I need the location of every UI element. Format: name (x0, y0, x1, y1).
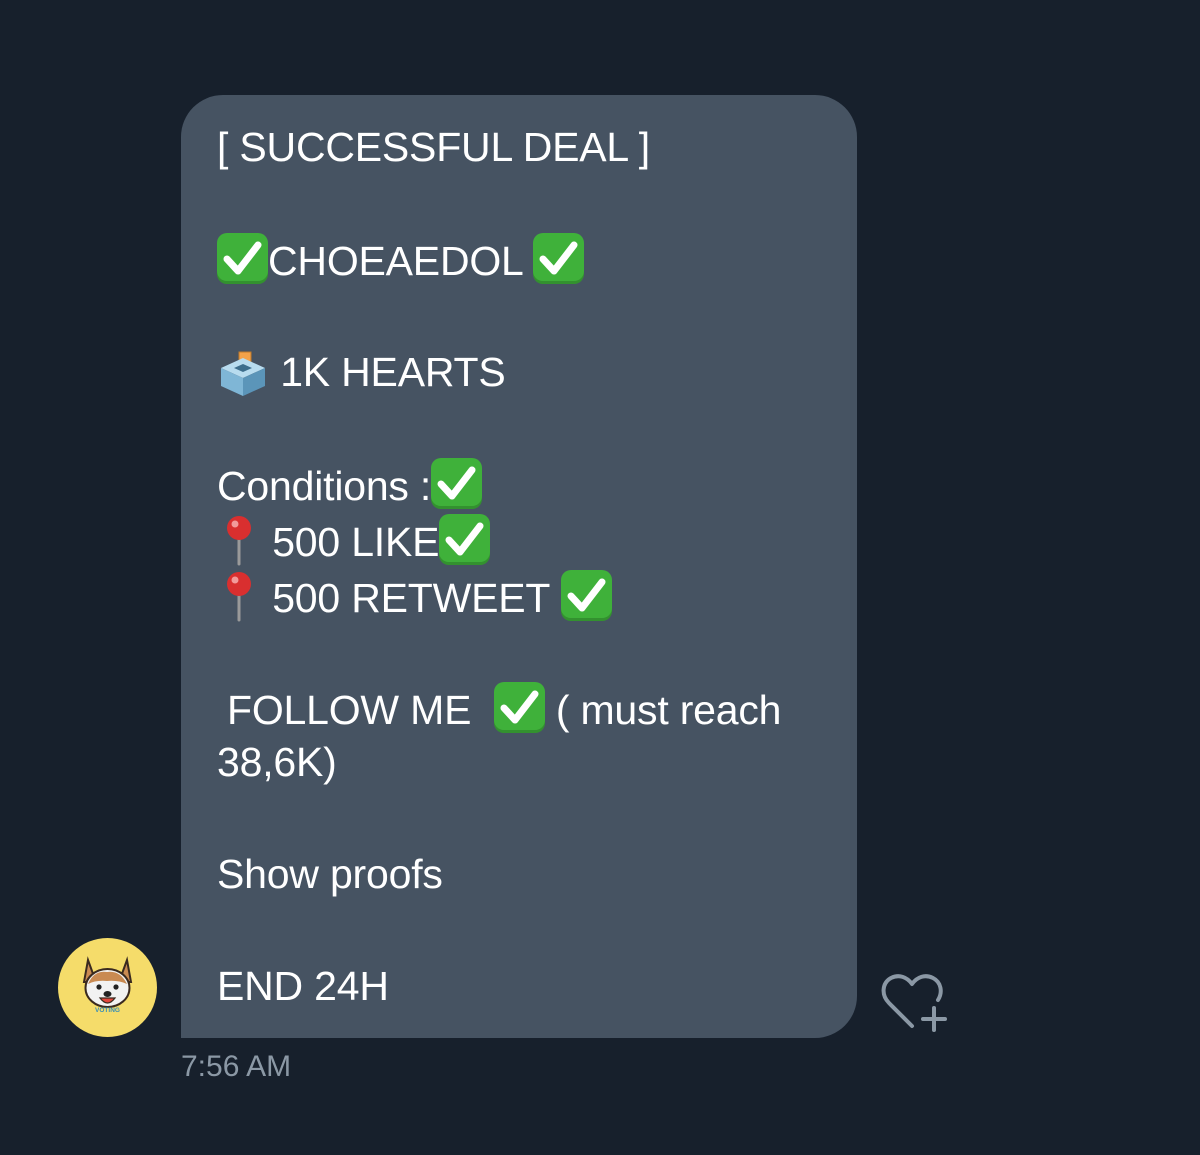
message-line-choeaedol: CHOEAEDOL (217, 233, 585, 285)
heart-plus-icon (881, 974, 947, 1032)
message-timestamp: 7:56 AM (181, 1050, 292, 1083)
hearts-text: 1K HEARTS (280, 349, 506, 395)
check-mark-icon (431, 458, 483, 509)
sender-avatar[interactable]: VOTING (58, 938, 157, 1037)
follow-text: FOLLOW ME (227, 687, 472, 733)
message-line-conditions: Conditions : (217, 458, 483, 510)
message-line-hearts: 1K HEARTS (217, 346, 506, 398)
retweet-text: 500 RETWEET (272, 575, 550, 621)
ballot-box-icon (217, 346, 269, 398)
message-line-end: END 24H (217, 963, 389, 1009)
check-mark-icon (217, 233, 268, 284)
check-mark-icon (533, 233, 585, 284)
message-line-follow: FOLLOW ME ( must reach (227, 682, 781, 734)
check-mark-icon (560, 570, 612, 621)
dog-avatar-image: VOTING (82, 956, 133, 1014)
round-pushpin-icon (217, 570, 261, 622)
conditions-text: Conditions : (217, 463, 432, 509)
check-mark-icon (439, 514, 491, 565)
avatar-label: VOTING (95, 1007, 120, 1014)
message-line-follow-target: 38,6K) (217, 739, 337, 785)
message-title: [ SUCCESSFUL DEAL ] (217, 124, 650, 170)
message-bubble: [ SUCCESSFUL DEAL ] CHOEAEDOL 1K HEARTS (181, 95, 857, 1038)
round-pushpin-icon (217, 514, 261, 566)
choeaedol-text: CHOEAEDOL (268, 238, 523, 284)
like-text: 500 LIKE (272, 519, 440, 565)
message-line-proofs: Show proofs (217, 851, 443, 897)
add-reaction-button[interactable] (879, 970, 951, 1036)
message-line-retweet: 500 RETWEET (217, 570, 612, 622)
check-mark-icon (493, 682, 545, 733)
follow-condition-text: ( must reach (555, 687, 782, 733)
message-line-like: 500 LIKE (217, 514, 491, 566)
message-row: VOTING [ SUCCESSFUL DEAL ] CHOEAEDOL 1K … (0, 0, 1200, 1155)
